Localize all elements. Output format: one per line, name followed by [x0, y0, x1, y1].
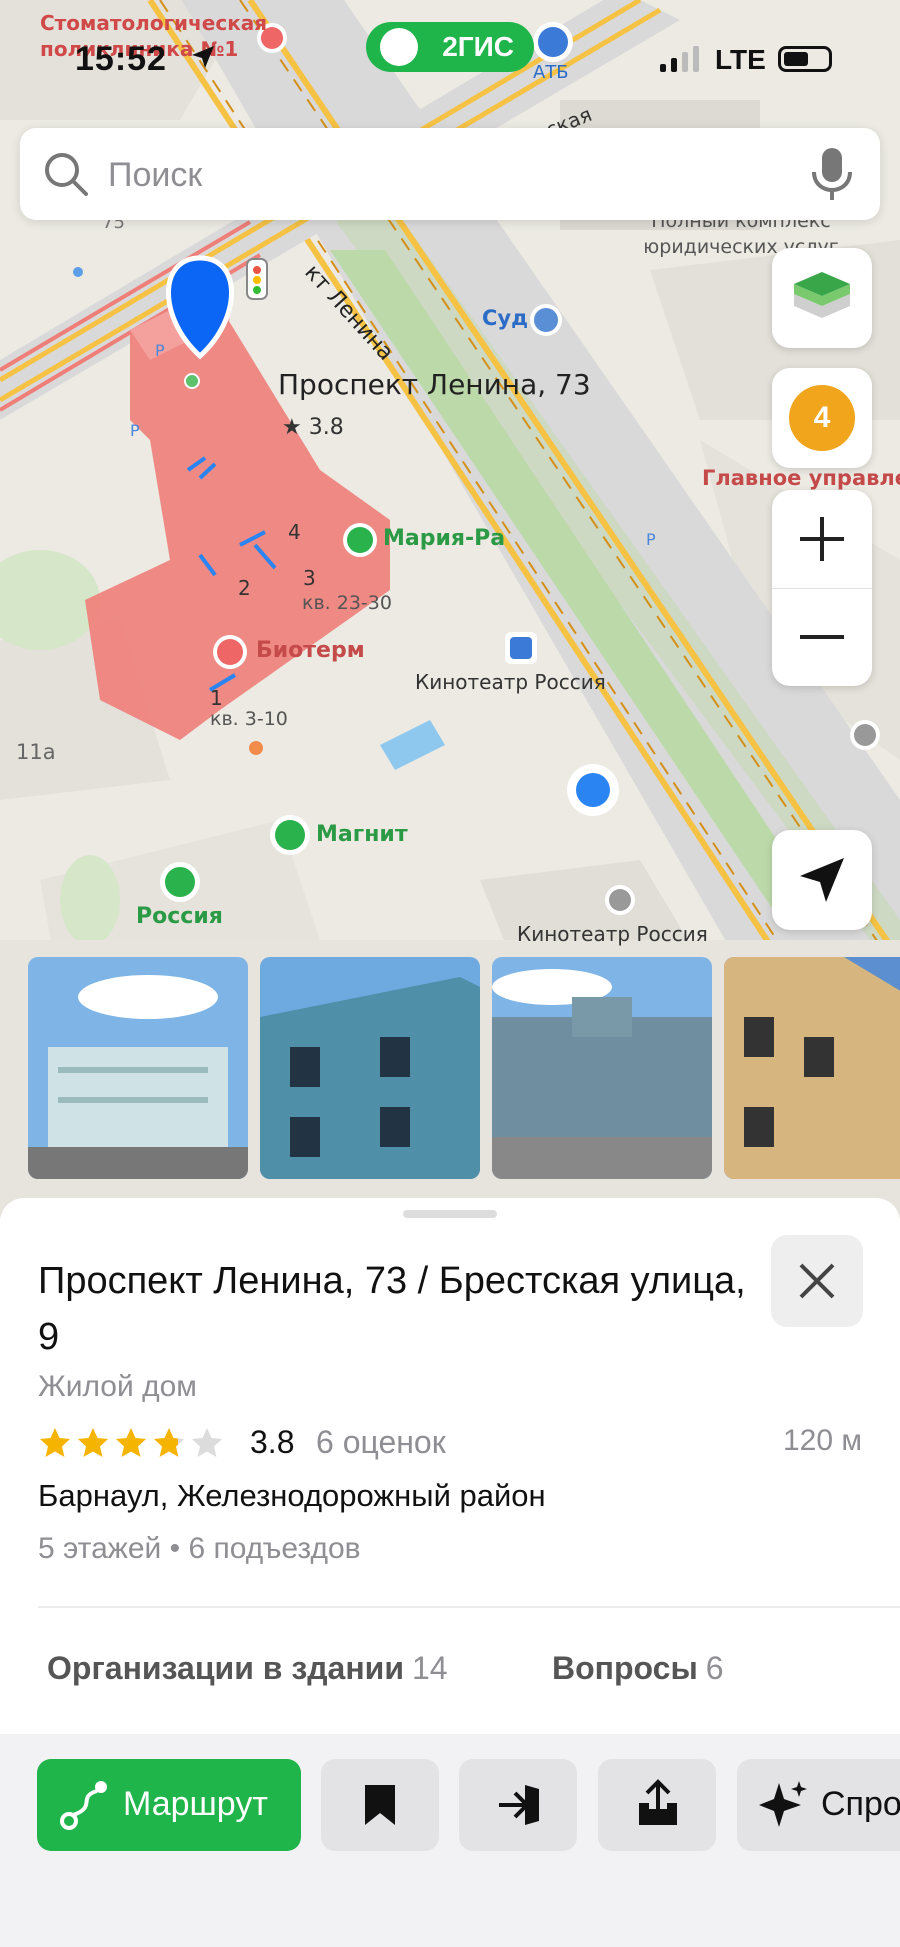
star-icon — [78, 1428, 108, 1457]
entrance-4-label: 4 — [288, 520, 301, 544]
search-input[interactable]: Поиск — [108, 156, 202, 195]
brand-logo-icon — [380, 28, 418, 66]
divider — [38, 1606, 900, 1608]
building-info: 5 этажей • 6 подъездов — [38, 1532, 361, 1565]
route-label: Маршрут — [123, 1785, 268, 1823]
bookmark-button[interactable] — [321, 1759, 439, 1851]
map-label-mariya-ra[interactable]: Мария-Ра — [383, 526, 505, 551]
entrance-button[interactable] — [459, 1759, 577, 1851]
map-label-magnit[interactable]: Магнит — [316, 822, 408, 847]
place-address: Барнаул, Железнодорожный район — [38, 1478, 546, 1513]
star-icon — [116, 1428, 146, 1457]
plus-icon — [800, 517, 844, 561]
ask-label: Спро — [821, 1785, 900, 1823]
tab-count: 14 — [412, 1650, 448, 1686]
map-label-main-admin[interactable]: Главное управле — [702, 466, 900, 490]
map-label-pin-rating: ★ 3.8 — [282, 415, 344, 440]
tab-count: 6 — [705, 1650, 724, 1686]
layers-button[interactable] — [772, 248, 872, 348]
photo-strip[interactable] — [28, 957, 900, 1179]
entrance-3-label: 3 — [303, 566, 316, 590]
distance: 120 м — [782, 1424, 862, 1457]
map-label-cinema-stop[interactable]: Кинотеатр Россия — [415, 670, 606, 694]
close-button[interactable] — [771, 1235, 863, 1327]
map-view[interactable]: P P P Стоматологическая поликлиника №1 А… — [0, 0, 900, 1220]
tab-questions[interactable]: Вопросы 6 — [552, 1650, 724, 1687]
map-label-address-pin: Проспект Ленина, 73 — [278, 368, 591, 401]
sparkle-icon — [759, 1781, 807, 1827]
search-bar[interactable]: Поиск — [20, 128, 880, 220]
signal-icon — [660, 44, 699, 72]
bookmark-icon — [365, 1785, 395, 1825]
zoom-in-button[interactable] — [772, 490, 872, 588]
network-type: LTE — [715, 44, 766, 75]
map-label-rossiya[interactable]: Россия — [136, 904, 223, 929]
photo-thumbnail[interactable] — [724, 957, 900, 1179]
entrance-2-label: 2 — [238, 576, 251, 600]
action-bar: Маршрут Спро — [0, 1734, 900, 1947]
star-icon — [40, 1428, 70, 1457]
map-label-apt-3-10: кв. 3-10 — [210, 708, 288, 730]
brand-badge[interactable]: 2ГИС — [366, 22, 534, 72]
my-location-button[interactable] — [772, 830, 872, 930]
tab-label: Вопросы — [552, 1650, 698, 1686]
star-icon — [154, 1428, 184, 1457]
ask-button[interactable]: Спро — [737, 1759, 900, 1851]
place-title: Проспект Ленина, 73 / Брестская улица, 9 — [38, 1260, 746, 1358]
enter-icon — [499, 1785, 539, 1825]
navigation-arrow-icon — [800, 858, 844, 902]
svg-text:P: P — [646, 530, 656, 549]
svg-text:P: P — [130, 421, 140, 440]
svg-text:P: P — [155, 341, 165, 360]
sheet-handle[interactable] — [403, 1210, 497, 1218]
photo-thumbnail[interactable] — [28, 957, 248, 1179]
close-icon — [799, 1263, 835, 1299]
microphone-icon[interactable] — [810, 146, 854, 202]
traffic-score: 4 — [789, 385, 855, 451]
star-icon — [192, 1428, 222, 1457]
search-icon — [45, 153, 88, 196]
status-time: 15:52 — [75, 40, 167, 78]
photo-thumbnail[interactable] — [492, 957, 712, 1179]
tab-label: Организации в здании — [47, 1650, 404, 1686]
map-label-apt-23-30: кв. 23-30 — [302, 592, 392, 614]
route-icon — [60, 1781, 107, 1830]
rating-stars — [38, 1426, 224, 1460]
map-label-cinema[interactable]: Кинотеатр Россия — [517, 922, 708, 946]
location-arrow-icon — [192, 46, 214, 68]
zoom-controls — [772, 490, 872, 686]
reviews-count[interactable]: 6 оценок — [316, 1424, 446, 1461]
share-button[interactable] — [598, 1759, 716, 1851]
tab-organizations[interactable]: Организации в здании 14 — [47, 1650, 448, 1687]
rating-value: 3.8 — [250, 1424, 295, 1460]
status-bar: 15:52 2ГИС LTE — [0, 0, 900, 110]
traffic-button[interactable]: 4 — [772, 368, 872, 468]
route-button[interactable]: Маршрут — [37, 1759, 301, 1851]
map-label-court[interactable]: Суд — [482, 306, 528, 330]
zoom-out-button[interactable] — [772, 588, 872, 686]
layers-icon — [794, 272, 850, 318]
minus-icon — [800, 635, 844, 639]
map-label-bioterm[interactable]: Биотерм — [256, 638, 365, 663]
map-label-house-11a: 11а — [16, 740, 56, 764]
place-type: Жилой дом — [38, 1370, 197, 1403]
brand-name: 2ГИС — [442, 31, 514, 62]
entrance-1-label: 1 — [210, 686, 223, 710]
photo-thumbnail[interactable] — [260, 957, 480, 1179]
share-icon — [639, 1779, 677, 1825]
battery-icon — [778, 46, 832, 72]
